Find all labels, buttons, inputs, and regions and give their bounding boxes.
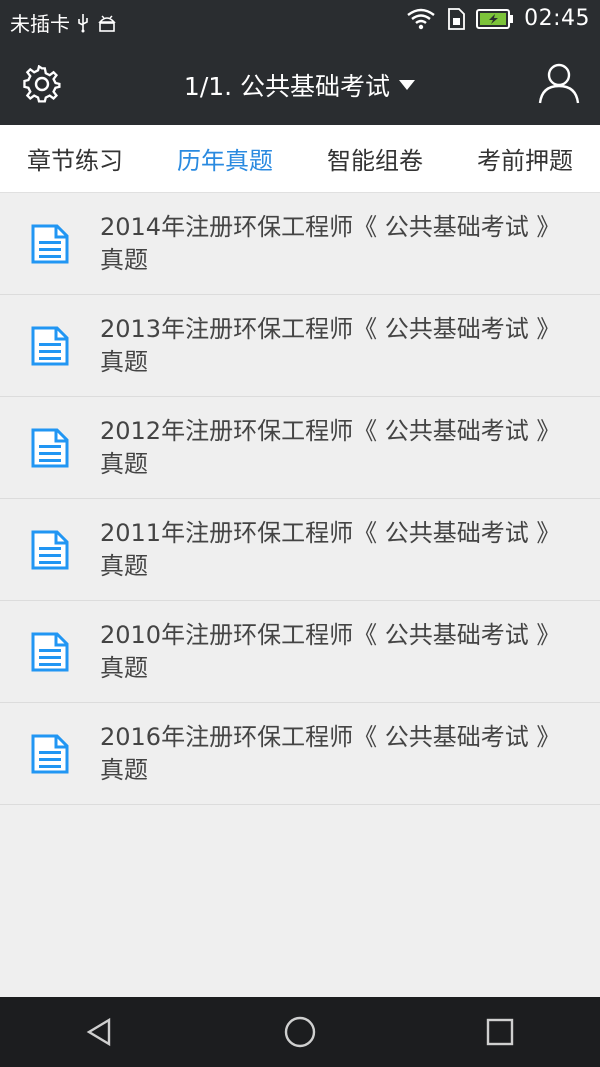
document-icon (31, 530, 69, 570)
status-bar: 未插卡 02:45 (0, 0, 600, 44)
recent-apps-button[interactable] (470, 1002, 530, 1062)
system-nav-bar (0, 997, 600, 1067)
document-icon (31, 326, 69, 366)
tab-pre-exam[interactable]: 考前押题 (450, 125, 600, 192)
battery-icon (476, 8, 514, 29)
item-title: 2010年注册环保工程师《 公共基础考试 》真题 (100, 621, 549, 682)
caret-down-icon (399, 80, 416, 90)
document-icon (31, 428, 69, 468)
list-item[interactable]: 2016年注册环保工程师《 公共基础考试 》真题 (0, 703, 600, 805)
tab-chapter-practice[interactable]: 章节练习 (0, 125, 150, 192)
list-item[interactable]: 2013年注册环保工程师《 公共基础考试 》真题 (0, 295, 600, 397)
user-button[interactable] (536, 60, 582, 106)
item-title: 2014年注册环保工程师《 公共基础考试 》真题 (100, 213, 549, 274)
back-button[interactable] (70, 1002, 130, 1062)
app-bar: 1/1. 公共基础考试 (0, 44, 600, 125)
wifi-icon (407, 8, 435, 29)
sim-icon (448, 7, 465, 30)
item-title: 2011年注册环保工程师《 公共基础考试 》真题 (100, 519, 549, 580)
carrier-text: 未插卡 (10, 12, 70, 36)
back-icon (86, 1017, 111, 1047)
exam-selector[interactable]: 1/1. 公共基础考试 (120, 66, 480, 104)
item-title: 2012年注册环保工程师《 公共基础考试 》真题 (100, 417, 549, 478)
status-time: 02:45 (524, 6, 590, 31)
tab-smart-paper[interactable]: 智能组卷 (300, 125, 450, 192)
exam-list: 2014年注册环保工程师《 公共基础考试 》真题 2013年注册环保工程师《 公… (0, 193, 600, 805)
android-debug-icon (98, 15, 116, 32)
tab-past-exams[interactable]: 历年真题 (150, 125, 300, 192)
home-button[interactable] (270, 1002, 330, 1062)
usb-icon (78, 13, 88, 32)
document-icon (31, 224, 69, 264)
list-item[interactable]: 2010年注册环保工程师《 公共基础考试 》真题 (0, 601, 600, 703)
gear-icon (23, 65, 61, 103)
list-item[interactable]: 2012年注册环保工程师《 公共基础考试 》真题 (0, 397, 600, 499)
list-item[interactable]: 2011年注册环保工程师《 公共基础考试 》真题 (0, 499, 600, 601)
item-title: 2013年注册环保工程师《 公共基础考试 》真题 (100, 315, 549, 376)
status-right: 02:45 (406, 6, 590, 31)
home-icon (284, 1016, 316, 1048)
page-title: 1/1. 公共基础考试 (183, 72, 391, 101)
document-icon (31, 734, 69, 774)
settings-button[interactable] (20, 62, 64, 106)
recent-apps-icon (486, 1018, 514, 1046)
tab-bar: 章节练习 历年真题 智能组卷 考前押题 (0, 125, 600, 193)
user-icon (538, 63, 580, 104)
status-left: 未插卡 (10, 8, 118, 37)
document-icon (31, 632, 69, 672)
list-item[interactable]: 2014年注册环保工程师《 公共基础考试 》真题 (0, 193, 600, 295)
item-title: 2016年注册环保工程师《 公共基础考试 》真题 (100, 723, 549, 784)
